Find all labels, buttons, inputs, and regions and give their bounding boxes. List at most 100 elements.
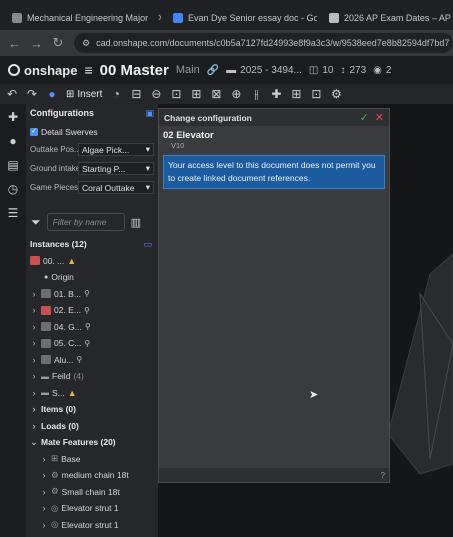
document-icon[interactable]: ▤ bbox=[7, 158, 18, 172]
mate-revolute-icon: ◎ bbox=[51, 519, 59, 530]
config-select[interactable]: Starting P... ▾ bbox=[78, 162, 154, 175]
insert-button[interactable]: ⊞ Insert bbox=[66, 89, 102, 100]
loads-header[interactable]: › Loads (0) bbox=[26, 418, 158, 435]
collapse-icon[interactable]: ⌄ bbox=[30, 437, 38, 448]
onshape-logo[interactable]: onshape bbox=[8, 63, 77, 78]
menu-icon[interactable]: ≡ bbox=[84, 62, 92, 78]
folder-path[interactable]: ▬ 2025 - 3494... bbox=[226, 65, 302, 76]
mate-connector-icon[interactable]: ✚ bbox=[270, 87, 282, 101]
browser-tab[interactable]: Evan Dye Senior essay doc - Go ✕ bbox=[167, 6, 317, 30]
folder-icon: ▬ bbox=[41, 388, 49, 398]
expand-icon[interactable]: › bbox=[30, 388, 38, 398]
expand-icon[interactable]: › bbox=[40, 520, 48, 530]
tree-row[interactable]: › ▬ Feild (4) bbox=[26, 368, 158, 385]
instances-header[interactable]: Instances (12) ▭ bbox=[26, 236, 158, 253]
expand-icon[interactable]: › bbox=[30, 404, 38, 414]
relation-icon[interactable]: ⊡ bbox=[310, 87, 322, 101]
checkbox-check-icon: ✓ bbox=[30, 128, 38, 136]
config-select[interactable]: Coral Outtake ▾ bbox=[78, 181, 154, 194]
tree-row[interactable]: › Alu... ⚲ bbox=[26, 352, 158, 369]
mate-fastened-icon[interactable]: ⊟ bbox=[130, 87, 142, 101]
items-header[interactable]: › Items (0) bbox=[26, 401, 158, 418]
mate-label: Elevator strut 1 bbox=[61, 519, 119, 530]
mate-row[interactable]: › ⊞ Base bbox=[26, 451, 158, 468]
redo-icon[interactable]: ↷ bbox=[26, 87, 38, 101]
filter-input[interactable]: Filter by name bbox=[46, 213, 125, 231]
close-icon[interactable]: ✕ bbox=[157, 13, 161, 24]
expand-icon[interactable]: › bbox=[40, 503, 48, 513]
url-text: cad.onshape.com/documents/c0b5a7127fd249… bbox=[96, 38, 450, 48]
versions-count[interactable]: ◫ 10 bbox=[309, 65, 334, 76]
mate-row[interactable]: › ◎ Elevator strut 1 bbox=[26, 517, 158, 534]
mate-pin-slot-icon[interactable]: ⊠ bbox=[210, 87, 222, 101]
document-title[interactable]: 00 Master bbox=[100, 62, 169, 79]
add-icon[interactable]: ✚ bbox=[8, 110, 18, 124]
help-icon[interactable]: ? bbox=[381, 471, 385, 480]
assembly-toolbar: ↶ ↷ ● ⊞ Insert ◔ ⊟ ⊖ ⊡ ⊞ ⊠ ⊕ ⫲ ✚ ⊞ ⊡ ⚙ bbox=[0, 84, 453, 104]
detail-swerves-checkbox[interactable]: ✓ Detail Swerves bbox=[30, 127, 154, 137]
mate-row[interactable]: › ⚙ medium chain 18t bbox=[26, 467, 158, 484]
versions-count-value: 10 bbox=[322, 64, 334, 76]
branch-name[interactable]: Main bbox=[176, 64, 200, 76]
settings-icon[interactable]: ⚙ bbox=[330, 87, 342, 101]
tree-row[interactable]: ● Origin bbox=[26, 269, 158, 286]
mate-row[interactable]: › ⚙ Small chain 18t bbox=[26, 484, 158, 501]
onshape-logo-icon bbox=[8, 64, 20, 76]
group-icon[interactable]: ⊞ bbox=[290, 87, 302, 101]
onshape-header: onshape ≡ 00 Master Main 🔗 ▬ 2025 - 3494… bbox=[0, 56, 453, 84]
expand-icon[interactable]: › bbox=[30, 371, 38, 381]
docs-favicon-icon bbox=[173, 13, 183, 23]
expand-icon[interactable]: › bbox=[30, 421, 38, 431]
list-icon[interactable]: ☰ bbox=[8, 206, 19, 220]
new-folder-icon[interactable]: ▭ bbox=[143, 239, 152, 250]
browser-tab[interactable]: Mechanical Engineering Major ✕ bbox=[6, 6, 161, 30]
link-icon: ⚲ bbox=[76, 355, 83, 365]
confirm-check-icon[interactable]: ✓ bbox=[360, 111, 369, 124]
dropdown-icon: ▾ bbox=[145, 144, 150, 154]
filter-icon[interactable]: ⏷ bbox=[31, 215, 41, 230]
tree-row[interactable]: 00. ... ▲ bbox=[26, 253, 158, 270]
tree-row[interactable]: › 04. G... ⚲ bbox=[26, 319, 158, 336]
site-info-icon[interactable]: ⚙ bbox=[82, 38, 90, 49]
cancel-x-icon[interactable]: ✕ bbox=[375, 111, 384, 124]
history-icon[interactable]: ◔ bbox=[110, 87, 122, 101]
expand-icon[interactable]: › bbox=[30, 289, 38, 299]
mate-features-header[interactable]: ⌄ Mate Features (20) bbox=[26, 434, 158, 451]
config-select[interactable]: Algae Pick... ▾ bbox=[78, 143, 154, 156]
users-count[interactable]: ◉ 2 bbox=[373, 65, 391, 76]
url-field[interactable]: ⚙ cad.onshape.com/documents/c0b5a7127fd2… bbox=[74, 33, 453, 53]
mate-slider-icon[interactable]: ⊡ bbox=[170, 87, 182, 101]
expand-icon[interactable]: › bbox=[40, 487, 48, 497]
mate-planar-icon[interactable]: ⊕ bbox=[230, 87, 242, 101]
link-icon[interactable]: 🔗 bbox=[207, 65, 219, 76]
tree-row[interactable]: › 05. C... ⚲ bbox=[26, 335, 158, 352]
expand-icon[interactable]: › bbox=[30, 305, 38, 315]
mate-row[interactable]: › ◎ Elevator strut 1 bbox=[26, 500, 158, 517]
comment-icon[interactable]: ● bbox=[9, 134, 16, 148]
mate-revolute-icon[interactable]: ⊖ bbox=[150, 87, 162, 101]
mate-cylindrical-icon[interactable]: ⊞ bbox=[190, 87, 202, 101]
expand-icon[interactable]: › bbox=[40, 470, 48, 480]
expand-icon[interactable]: › bbox=[30, 338, 38, 348]
tree-row[interactable]: › ▬ S... ▲ bbox=[26, 385, 158, 402]
config-value: Coral Outtake bbox=[82, 182, 135, 193]
mate-parallel-icon[interactable]: ⫲ bbox=[250, 87, 262, 102]
expand-icon[interactable]: › bbox=[30, 322, 38, 332]
tree-row[interactable]: › 02. E... ⚲ bbox=[26, 302, 158, 319]
access-message: Your access level to this document does … bbox=[163, 155, 385, 189]
reload-icon[interactable]: ↻ bbox=[52, 35, 64, 51]
clock-icon[interactable]: ● bbox=[46, 87, 58, 101]
parts-count[interactable]: ↕ 273 bbox=[340, 65, 366, 76]
undo-icon[interactable]: ↶ bbox=[6, 87, 18, 101]
expand-icon[interactable]: › bbox=[30, 355, 38, 365]
tree-row[interactable]: › 01. B... ⚲ bbox=[26, 286, 158, 303]
left-rail: ✚ ● ▤ ◷ ☰ bbox=[0, 104, 26, 537]
timer-icon[interactable]: ◷ bbox=[8, 182, 18, 196]
browser-tab[interactable]: 2026 AP Exam Dates – AP Cent bbox=[323, 6, 453, 30]
forward-arrow-icon[interactable]: → bbox=[30, 36, 43, 51]
panel-options-icon[interactable]: ▣ bbox=[145, 108, 154, 119]
list-view-icon[interactable]: ▥ bbox=[131, 216, 141, 229]
back-arrow-icon[interactable]: ← bbox=[8, 36, 21, 51]
mate-gear-icon: ⚙ bbox=[51, 469, 59, 480]
expand-icon[interactable]: › bbox=[40, 454, 48, 464]
